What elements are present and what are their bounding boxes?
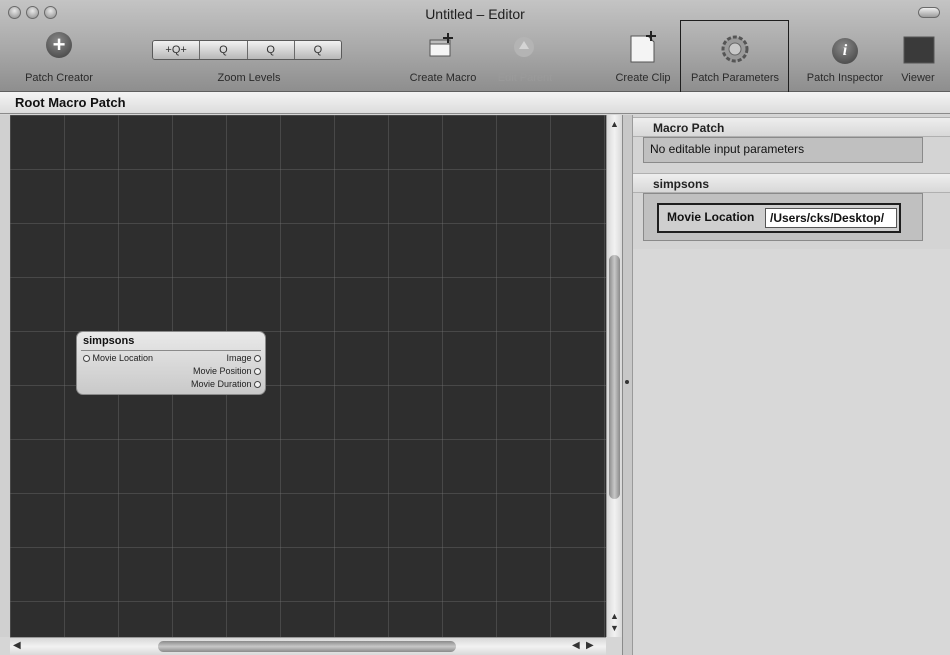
macro-patch-params: No editable input parameters bbox=[643, 137, 923, 163]
patch-parameters-panel: Macro Patch No editable input parameters… bbox=[632, 115, 950, 655]
create-macro-icon bbox=[429, 33, 453, 57]
create-clip-icon bbox=[630, 31, 656, 63]
patch-inspector-button[interactable]: i bbox=[832, 38, 858, 64]
output-port-label: Movie Duration bbox=[190, 379, 252, 389]
patch-node-title: simpsons bbox=[83, 335, 135, 347]
selection-highlight bbox=[680, 20, 789, 93]
scroll-left-arrow-icon[interactable]: ◀ bbox=[572, 640, 580, 651]
port-circle-icon bbox=[254, 368, 261, 375]
patch-node-divider bbox=[81, 350, 261, 351]
movie-location-label: Movie Location bbox=[667, 210, 755, 224]
patch-inspector-label: Patch Inspector bbox=[806, 72, 884, 84]
zoom-in-button[interactable]: Q bbox=[294, 41, 341, 59]
input-port-movie-location[interactable]: Movie Location bbox=[83, 353, 153, 363]
simpsons-section-title: simpsons bbox=[653, 177, 710, 191]
edit-parent-label: Edit Parent bbox=[497, 72, 553, 84]
zoom-levels-label: Zoom Levels bbox=[217, 72, 281, 84]
scroll-up-arrow-icon[interactable]: ▲ bbox=[610, 119, 619, 129]
breadcrumb: Root Macro Patch bbox=[0, 92, 950, 114]
movie-location-row: Movie Location bbox=[657, 203, 901, 233]
create-clip-label: Create Clip bbox=[615, 72, 671, 84]
input-port-label: Movie Location bbox=[92, 353, 154, 363]
no-params-message: No editable input parameters bbox=[650, 142, 805, 156]
macro-patch-section-title: Macro Patch bbox=[653, 121, 725, 135]
horizontal-scroll-thumb[interactable] bbox=[158, 641, 456, 652]
output-port-label: Movie Position bbox=[192, 366, 252, 376]
macro-patch-section-header: Macro Patch bbox=[633, 117, 950, 137]
divider-grip-icon bbox=[625, 380, 629, 384]
viewer-label: Viewer bbox=[901, 72, 935, 84]
info-icon: i bbox=[832, 38, 858, 64]
zoom-fit-button[interactable]: +Q+ bbox=[153, 41, 201, 59]
zoom-out-button[interactable]: Q bbox=[200, 41, 248, 59]
title-toolbar: Untitled – Editor + Patch Creator +Q+ Q … bbox=[0, 0, 950, 93]
canvas-left-edge bbox=[0, 115, 10, 637]
movie-location-field[interactable] bbox=[765, 208, 897, 228]
panel-empty-area bbox=[633, 249, 950, 655]
port-circle-icon bbox=[83, 355, 90, 362]
patch-node-simpsons[interactable]: simpsons Movie Location Image Movie Posi… bbox=[76, 331, 266, 395]
scroll-down-arrow-icon[interactable]: ▼ bbox=[610, 623, 619, 633]
patch-creator-label: Patch Creator bbox=[25, 72, 93, 84]
create-macro-button[interactable] bbox=[428, 32, 456, 65]
plus-icon: + bbox=[46, 32, 72, 58]
viewer-icon bbox=[903, 36, 935, 64]
edit-parent-button[interactable] bbox=[513, 36, 535, 63]
editor-canvas[interactable]: simpsons Movie Location Image Movie Posi… bbox=[10, 115, 606, 637]
canvas-vertical-scrollbar[interactable]: ▲ ▲ ▼ bbox=[606, 115, 622, 637]
window-title: Untitled – Editor bbox=[425, 6, 525, 22]
simpsons-section-header: simpsons bbox=[633, 173, 950, 193]
output-port-movie-duration[interactable]: Movie Duration bbox=[191, 379, 261, 389]
zoom-levels-control[interactable]: +Q+ Q Q Q bbox=[152, 40, 342, 60]
zoom-actual-button[interactable]: Q bbox=[247, 41, 295, 59]
toolbar-toggle-button[interactable] bbox=[918, 7, 940, 18]
vertical-scroll-thumb[interactable] bbox=[609, 255, 620, 499]
canvas-horizontal-scrollbar[interactable]: ◀ ◀ ▶ bbox=[10, 637, 606, 655]
up-arrow-icon bbox=[514, 37, 534, 57]
scroll-up-arrow-icon[interactable]: ▲ bbox=[610, 611, 619, 621]
output-port-image[interactable]: Image bbox=[226, 353, 261, 363]
editor-window: Untitled – Editor + Patch Creator +Q+ Q … bbox=[0, 0, 950, 655]
scroll-left-arrow-icon[interactable]: ◀ bbox=[13, 640, 21, 651]
output-port-movie-position[interactable]: Movie Position bbox=[193, 366, 261, 376]
output-port-label: Image bbox=[226, 353, 252, 363]
port-circle-icon bbox=[254, 381, 261, 388]
viewer-button[interactable] bbox=[903, 36, 935, 69]
patch-creator-button[interactable]: + bbox=[46, 32, 72, 58]
split-view-divider[interactable] bbox=[622, 115, 632, 655]
scroll-right-arrow-icon[interactable]: ▶ bbox=[586, 640, 594, 651]
create-clip-button[interactable] bbox=[628, 30, 658, 69]
create-macro-label: Create Macro bbox=[409, 72, 477, 84]
breadcrumb-root[interactable]: Root Macro Patch bbox=[15, 95, 126, 110]
port-circle-icon bbox=[254, 355, 261, 362]
